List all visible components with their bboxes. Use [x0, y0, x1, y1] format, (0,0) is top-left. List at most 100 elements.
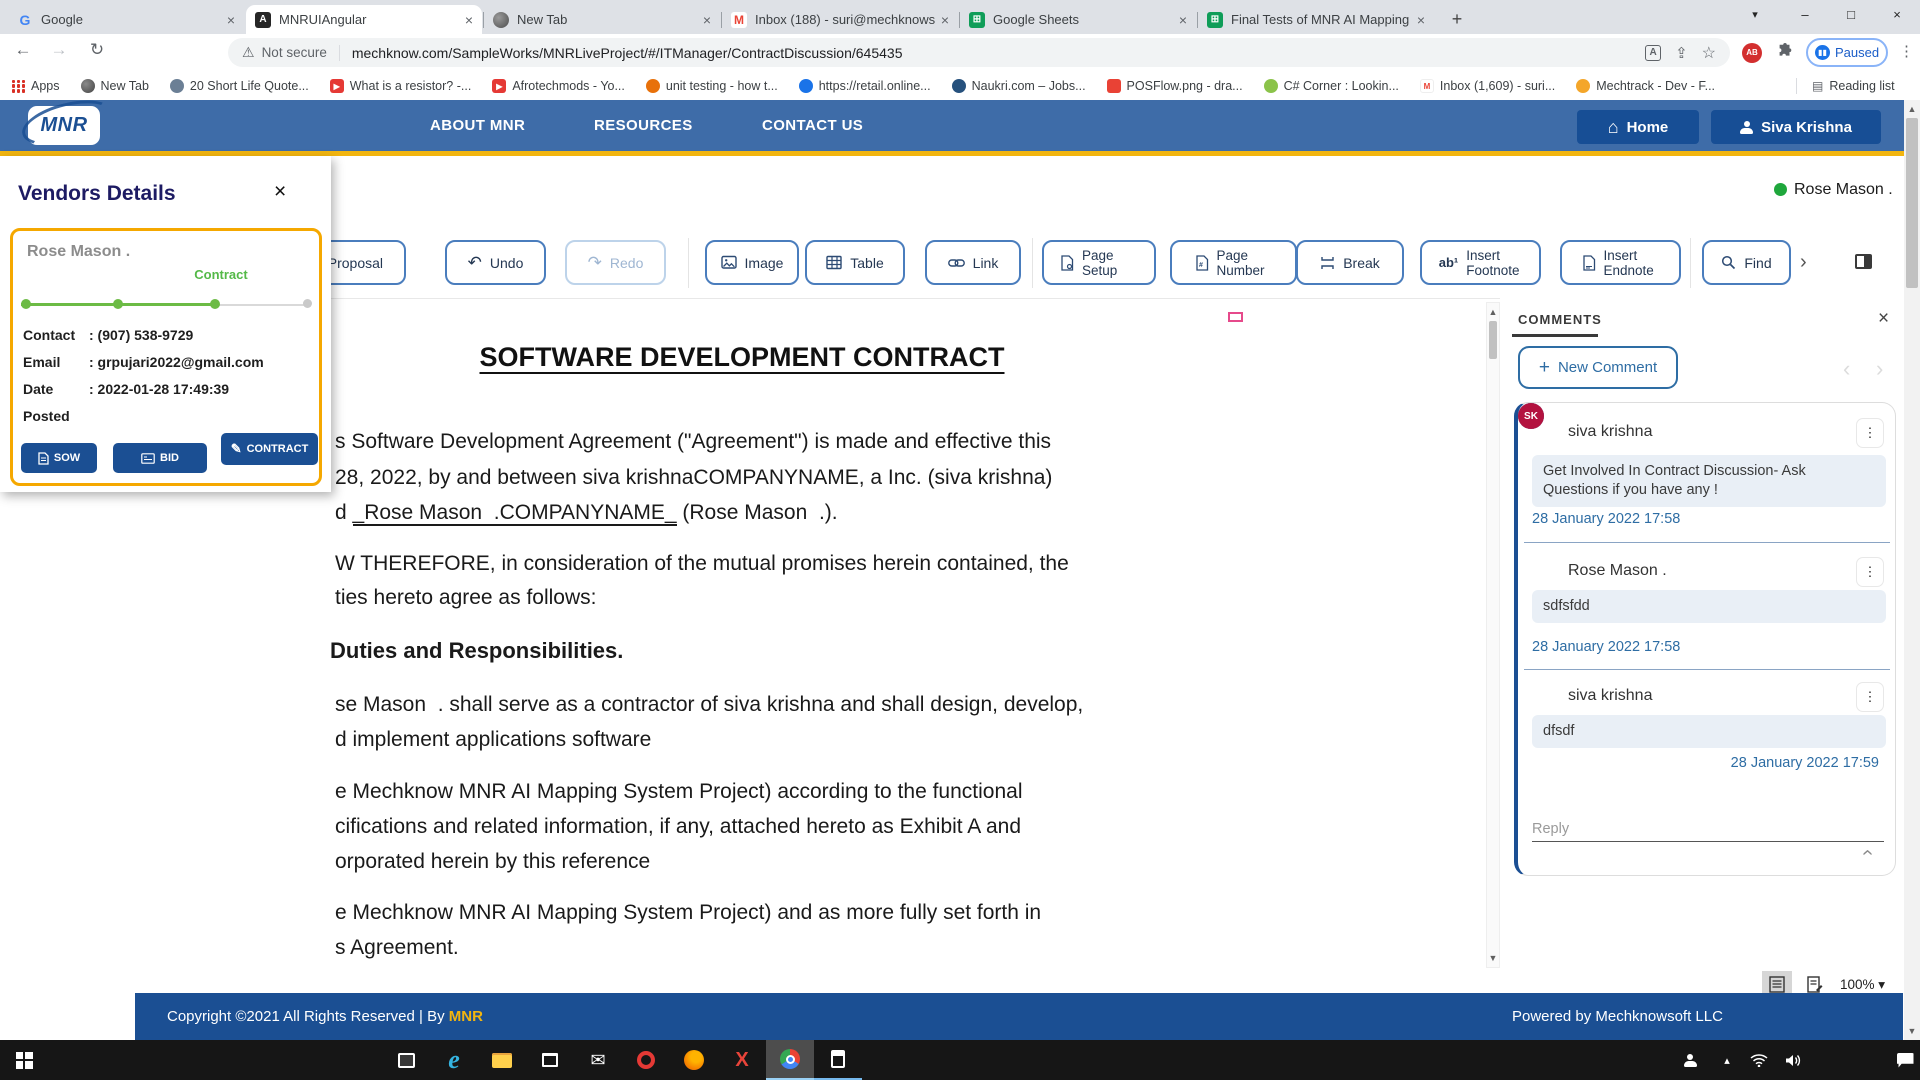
- bookmark-star-icon[interactable]: ☆: [1702, 43, 1716, 63]
- link-button[interactable]: Link: [925, 240, 1021, 285]
- window-maximize-button[interactable]: □: [1828, 0, 1874, 32]
- back-icon[interactable]: ←: [10, 40, 36, 60]
- sow-button[interactable]: SOW: [21, 443, 97, 473]
- tab-google-sheets[interactable]: ⊞ Google Sheets ×: [960, 5, 1196, 34]
- redo-button[interactable]: ↷ Redo: [565, 240, 666, 285]
- tab-mnruiangular[interactable]: A MNRUIAngular ×: [246, 5, 482, 34]
- store-taskbar-icon[interactable]: [526, 1040, 574, 1080]
- bookmark-youtube-afrotechmods[interactable]: ▶Afrotechmods - Yo...: [492, 79, 625, 93]
- forward-icon[interactable]: →: [46, 40, 72, 60]
- user-button[interactable]: Siva Krishna: [1711, 110, 1881, 144]
- reading-list-button[interactable]: ▤Reading list: [1812, 79, 1895, 93]
- nav-resources[interactable]: RESOURCES: [594, 117, 693, 134]
- omnibox[interactable]: ⚠ Not secure mechknow.com/SampleWorks/MN…: [228, 38, 1730, 67]
- insert-footnote-button[interactable]: ab¹ Insert Footnote: [1420, 240, 1541, 285]
- reply-input[interactable]: [1532, 817, 1884, 842]
- mail-taskbar-icon[interactable]: ✉: [574, 1040, 622, 1080]
- bookmark-unit-testing[interactable]: unit testing - how t...: [646, 79, 778, 93]
- browser-menu-kebab-icon[interactable]: ⋮: [1899, 42, 1914, 60]
- adblock-extension-icon[interactable]: AB: [1742, 43, 1762, 63]
- task-view-button[interactable]: [382, 1040, 430, 1080]
- progress-dot-pending[interactable]: [303, 299, 312, 308]
- tab-close-icon[interactable]: ×: [941, 12, 949, 28]
- bookmark-naukri[interactable]: Naukri.com – Jobs...: [952, 79, 1086, 93]
- bookmark-inbox[interactable]: MInbox (1,609) - suri...: [1420, 79, 1555, 93]
- tab-close-icon[interactable]: ×: [227, 12, 235, 28]
- collapse-chevron-icon[interactable]: ›: [1856, 849, 1879, 856]
- x-app-taskbar-icon[interactable]: X: [718, 1040, 766, 1080]
- tab-new-tab[interactable]: New Tab ×: [484, 5, 720, 34]
- mnr-logo[interactable]: MNR: [28, 106, 100, 145]
- comment-marker-icon[interactable]: [1228, 312, 1243, 322]
- comment-menu-kebab-icon[interactable]: ⋮: [1856, 682, 1884, 712]
- firefox-taskbar-icon[interactable]: [670, 1040, 718, 1080]
- vendors-details-close-icon[interactable]: ×: [274, 180, 286, 204]
- scrollbar-thumb[interactable]: [1906, 118, 1918, 288]
- tab-gmail-inbox[interactable]: M Inbox (188) - suri@mechknowsof ×: [722, 5, 958, 34]
- volume-tray-icon[interactable]: [1776, 1040, 1810, 1080]
- wifi-tray-icon[interactable]: [1742, 1040, 1776, 1080]
- window-close-button[interactable]: ×: [1874, 0, 1920, 32]
- tab-close-icon[interactable]: ×: [465, 12, 473, 28]
- opera-taskbar-icon[interactable]: [622, 1040, 670, 1080]
- comment-menu-kebab-icon[interactable]: ⋮: [1856, 557, 1884, 587]
- page-scrollbar[interactable]: ▲ ▼: [1904, 100, 1920, 1040]
- progress-dot[interactable]: [113, 299, 123, 309]
- nav-contact-us[interactable]: CONTACT US: [762, 117, 863, 134]
- start-button[interactable]: [0, 1040, 48, 1080]
- share-icon[interactable]: ⇪: [1675, 44, 1688, 62]
- scrollbar-thumb[interactable]: [1489, 321, 1497, 359]
- reload-icon[interactable]: ↻: [84, 40, 110, 60]
- contract-button[interactable]: ✎ CONTRACT: [221, 433, 318, 465]
- insert-endnote-button[interactable]: Insert Endnote: [1560, 240, 1681, 285]
- nav-about-mnr[interactable]: ABOUT MNR: [430, 117, 525, 134]
- translate-icon[interactable]: A: [1645, 45, 1661, 61]
- break-button[interactable]: Break: [1296, 240, 1404, 285]
- scroll-up-icon[interactable]: ▲: [1487, 307, 1499, 317]
- tab-final-tests[interactable]: ⊞ Final Tests of MNR AI Mapping Sy ×: [1198, 5, 1434, 34]
- file-explorer-taskbar-icon[interactable]: [478, 1040, 526, 1080]
- extensions-puzzle-icon[interactable]: [1776, 43, 1794, 61]
- tab-close-icon[interactable]: ×: [1179, 12, 1187, 28]
- prev-comments-chevron-icon[interactable]: ‹: [1843, 356, 1850, 382]
- bookmark-quotes[interactable]: 20 Short Life Quote...: [170, 79, 309, 93]
- scroll-up-icon[interactable]: ▲: [1904, 104, 1920, 114]
- bookmark-youtube-resistor[interactable]: ▶What is a resistor? -...: [330, 79, 472, 93]
- bookmark-posflow[interactable]: POSFlow.png - dra...: [1107, 79, 1243, 93]
- window-minimize-button[interactable]: –: [1782, 0, 1828, 32]
- table-button[interactable]: Table: [805, 240, 905, 285]
- bookmark-apps[interactable]: Apps: [12, 79, 60, 93]
- notification-center-icon[interactable]: [1890, 1040, 1920, 1080]
- toolbar-overflow-chevron-icon[interactable]: ›: [1800, 251, 1807, 274]
- bookmark-csharp-corner[interactable]: C# Corner : Lookin...: [1264, 79, 1399, 93]
- scroll-down-icon[interactable]: ▼: [1904, 1026, 1920, 1036]
- bookmark-retail-online[interactable]: https://retail.online...: [799, 79, 931, 93]
- chrome-taskbar-icon[interactable]: [766, 1040, 814, 1080]
- document-scrollbar[interactable]: ▲ ▼: [1486, 302, 1500, 968]
- bookmark-new-tab[interactable]: New Tab: [81, 79, 149, 93]
- new-comment-button[interactable]: + New Comment: [1518, 346, 1678, 389]
- tab-close-icon[interactable]: ×: [703, 12, 711, 28]
- tray-overflow-chevron-icon[interactable]: ▴: [1712, 1040, 1742, 1080]
- progress-dot[interactable]: [210, 299, 220, 309]
- bid-button[interactable]: BID: [113, 443, 207, 473]
- find-button[interactable]: Find: [1702, 240, 1791, 285]
- page-setup-button[interactable]: Page Setup: [1042, 240, 1156, 285]
- edge-taskbar-icon[interactable]: e: [430, 1040, 478, 1080]
- new-tab-button[interactable]: +: [1444, 7, 1470, 33]
- tab-google[interactable]: G Google ×: [8, 5, 244, 34]
- undo-button[interactable]: ↶ Undo: [445, 240, 546, 285]
- home-button[interactable]: ⌂ Home: [1577, 110, 1699, 144]
- panel-toggle-icon[interactable]: [1855, 254, 1872, 269]
- zoom-level[interactable]: 100% ▾: [1840, 977, 1885, 993]
- scroll-down-icon[interactable]: ▼: [1487, 953, 1499, 963]
- people-tray-icon[interactable]: [1672, 1040, 1708, 1080]
- comment-menu-kebab-icon[interactable]: ⋮: [1856, 418, 1884, 448]
- comments-close-icon[interactable]: ×: [1878, 308, 1889, 330]
- next-comments-chevron-icon[interactable]: ›: [1876, 356, 1883, 382]
- image-button[interactable]: Image: [705, 240, 799, 285]
- progress-dot[interactable]: [21, 299, 31, 309]
- extension-paused-button[interactable]: ▮▮ Paused: [1806, 38, 1888, 67]
- bookmark-mechtrack[interactable]: Mechtrack - Dev - F...: [1576, 79, 1715, 93]
- footer-brand[interactable]: MNR: [449, 1008, 483, 1025]
